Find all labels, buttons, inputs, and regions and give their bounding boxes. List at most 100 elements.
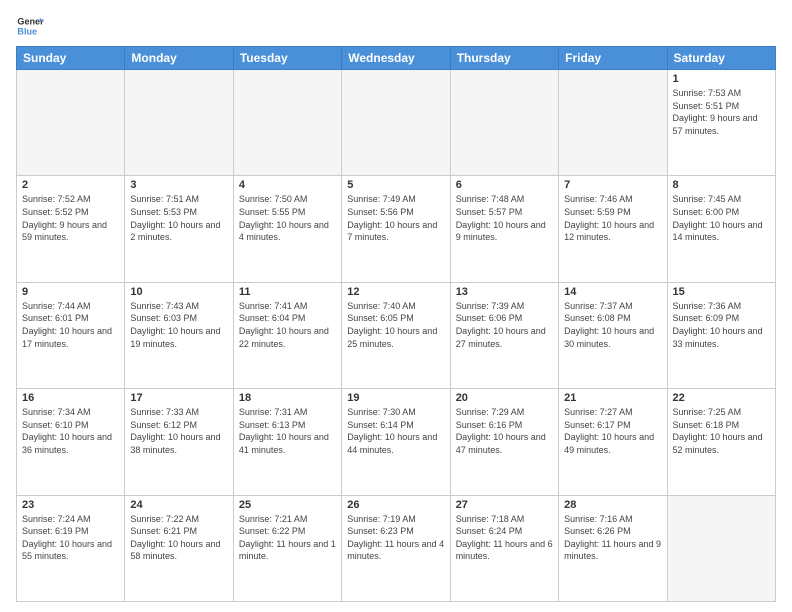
day-info: Sunrise: 7:41 AM Sunset: 6:04 PM Dayligh… [239, 300, 336, 350]
day-number: 22 [673, 392, 770, 404]
day-info: Sunrise: 7:36 AM Sunset: 6:09 PM Dayligh… [673, 300, 770, 350]
day-number: 6 [456, 179, 553, 191]
day-cell: 11 Sunrise: 7:41 AM Sunset: 6:04 PM Dayli… [233, 282, 341, 388]
day-cell: 20Sunrise: 7:29 AM Sunset: 6:16 PM Dayli… [450, 389, 558, 495]
th-thursday: Thursday [450, 47, 558, 70]
day-info: Sunrise: 7:21 AM Sunset: 6:22 PM Dayligh… [239, 513, 336, 563]
day-info: Sunrise: 7:33 AM Sunset: 6:12 PM Dayligh… [130, 406, 227, 456]
day-cell [450, 70, 558, 176]
day-cell: 28 Sunrise: 7:16 AM Sunset: 6:26 PM Dayli… [559, 495, 667, 601]
day-number: 14 [564, 286, 661, 298]
day-info: Sunrise: 7:25 AM Sunset: 6:18 PM Dayligh… [673, 406, 770, 456]
day-cell: 10Sunrise: 7:43 AM Sunset: 6:03 PM Dayli… [125, 282, 233, 388]
day-cell: 12Sunrise: 7:40 AM Sunset: 6:05 PM Dayli… [342, 282, 450, 388]
day-info: Sunrise: 7:48 AM Sunset: 5:57 PM Dayligh… [456, 193, 553, 243]
day-cell: 27 Sunrise: 7:18 AM Sunset: 6:24 PM Dayli… [450, 495, 558, 601]
page: General Blue Sunday Monday Tuesday Wedne… [0, 0, 792, 612]
day-info: Sunrise: 7:52 AM Sunset: 5:52 PM Dayligh… [22, 193, 119, 243]
calendar-body: 1 Sunrise: 7:53 AM Sunset: 5:51 PM Daylig… [17, 70, 776, 602]
day-number: 15 [673, 286, 770, 298]
day-cell: 14 Sunrise: 7:37 AM Sunset: 6:08 PM Dayli… [559, 282, 667, 388]
svg-text:Blue: Blue [17, 26, 37, 36]
day-cell: 22 Sunrise: 7:25 AM Sunset: 6:18 PM Dayli… [667, 389, 775, 495]
th-saturday: Saturday [667, 47, 775, 70]
day-number: 7 [564, 179, 661, 191]
day-cell [233, 70, 341, 176]
day-info: Sunrise: 7:44 AM Sunset: 6:01 PM Dayligh… [22, 300, 119, 350]
day-number: 11 [239, 286, 336, 298]
day-cell: 5 Sunrise: 7:49 AM Sunset: 5:56 PM Daylig… [342, 176, 450, 282]
day-cell: 16 Sunrise: 7:34 AM Sunset: 6:10 PM Dayli… [17, 389, 125, 495]
day-info: Sunrise: 7:34 AM Sunset: 6:10 PM Dayligh… [22, 406, 119, 456]
day-info: Sunrise: 7:37 AM Sunset: 6:08 PM Dayligh… [564, 300, 661, 350]
day-info: Sunrise: 7:24 AM Sunset: 6:19 PM Dayligh… [22, 513, 119, 563]
day-number: 26 [347, 499, 444, 511]
th-sunday: Sunday [17, 47, 125, 70]
day-number: 5 [347, 179, 444, 191]
day-cell: 13Sunrise: 7:39 AM Sunset: 6:06 PM Dayli… [450, 282, 558, 388]
day-number: 1 [673, 73, 770, 85]
day-info: Sunrise: 7:31 AM Sunset: 6:13 PM Dayligh… [239, 406, 336, 456]
day-number: 4 [239, 179, 336, 191]
day-number: 18 [239, 392, 336, 404]
day-cell: 7 Sunrise: 7:46 AM Sunset: 5:59 PM Daylig… [559, 176, 667, 282]
day-cell: 3 Sunrise: 7:51 AM Sunset: 5:53 PM Daylig… [125, 176, 233, 282]
day-info: Sunrise: 7:30 AM Sunset: 6:14 PM Dayligh… [347, 406, 444, 456]
day-info: Sunrise: 7:27 AM Sunset: 6:17 PM Dayligh… [564, 406, 661, 456]
day-cell: 21 Sunrise: 7:27 AM Sunset: 6:17 PM Dayli… [559, 389, 667, 495]
day-cell [559, 70, 667, 176]
day-cell: 26 Sunrise: 7:19 AM Sunset: 6:23 PM Dayli… [342, 495, 450, 601]
day-number: 27 [456, 499, 553, 511]
day-cell: 17 Sunrise: 7:33 AM Sunset: 6:12 PM Dayli… [125, 389, 233, 495]
day-number: 21 [564, 392, 661, 404]
day-cell [125, 70, 233, 176]
day-number: 10 [130, 286, 227, 298]
week-row-0: 1 Sunrise: 7:53 AM Sunset: 5:51 PM Daylig… [17, 70, 776, 176]
day-number: 17 [130, 392, 227, 404]
day-number: 23 [22, 499, 119, 511]
week-row-4: 23 Sunrise: 7:24 AM Sunset: 6:19 PM Dayli… [17, 495, 776, 601]
day-info: Sunrise: 7:50 AM Sunset: 5:55 PM Dayligh… [239, 193, 336, 243]
day-info: Sunrise: 7:18 AM Sunset: 6:24 PM Dayligh… [456, 513, 553, 563]
day-info: Sunrise: 7:16 AM Sunset: 6:26 PM Dayligh… [564, 513, 661, 563]
week-row-2: 9 Sunrise: 7:44 AM Sunset: 6:01 PM Daylig… [17, 282, 776, 388]
day-number: 16 [22, 392, 119, 404]
day-cell: 24 Sunrise: 7:22 AM Sunset: 6:21 PM Dayli… [125, 495, 233, 601]
day-number: 19 [347, 392, 444, 404]
day-cell: 4 Sunrise: 7:50 AM Sunset: 5:55 PM Daylig… [233, 176, 341, 282]
day-cell [667, 495, 775, 601]
day-number: 3 [130, 179, 227, 191]
day-number: 9 [22, 286, 119, 298]
day-info: Sunrise: 7:51 AM Sunset: 5:53 PM Dayligh… [130, 193, 227, 243]
day-info: Sunrise: 7:49 AM Sunset: 5:56 PM Dayligh… [347, 193, 444, 243]
day-info: Sunrise: 7:46 AM Sunset: 5:59 PM Dayligh… [564, 193, 661, 243]
logo: General Blue [16, 12, 44, 40]
day-info: Sunrise: 7:19 AM Sunset: 6:23 PM Dayligh… [347, 513, 444, 563]
th-wednesday: Wednesday [342, 47, 450, 70]
week-row-1: 2 Sunrise: 7:52 AM Sunset: 5:52 PM Daylig… [17, 176, 776, 282]
day-cell: 23 Sunrise: 7:24 AM Sunset: 6:19 PM Dayli… [17, 495, 125, 601]
header-row: Sunday Monday Tuesday Wednesday Thursday… [17, 47, 776, 70]
day-number: 25 [239, 499, 336, 511]
day-cell: 2 Sunrise: 7:52 AM Sunset: 5:52 PM Daylig… [17, 176, 125, 282]
day-info: Sunrise: 7:45 AM Sunset: 6:00 PM Dayligh… [673, 193, 770, 243]
logo-icon: General Blue [16, 12, 44, 40]
day-cell: 18 Sunrise: 7:31 AM Sunset: 6:13 PM Dayli… [233, 389, 341, 495]
day-number: 2 [22, 179, 119, 191]
day-number: 28 [564, 499, 661, 511]
th-tuesday: Tuesday [233, 47, 341, 70]
day-number: 8 [673, 179, 770, 191]
day-number: 13 [456, 286, 553, 298]
day-cell: 19 Sunrise: 7:30 AM Sunset: 6:14 PM Dayli… [342, 389, 450, 495]
day-info: Sunrise: 7:22 AM Sunset: 6:21 PM Dayligh… [130, 513, 227, 563]
th-monday: Monday [125, 47, 233, 70]
day-number: 24 [130, 499, 227, 511]
header: General Blue [16, 12, 776, 40]
day-cell [342, 70, 450, 176]
day-cell: 8 Sunrise: 7:45 AM Sunset: 6:00 PM Daylig… [667, 176, 775, 282]
day-cell: 15 Sunrise: 7:36 AM Sunset: 6:09 PM Dayli… [667, 282, 775, 388]
day-cell: 6 Sunrise: 7:48 AM Sunset: 5:57 PM Daylig… [450, 176, 558, 282]
day-cell [17, 70, 125, 176]
day-number: 20 [456, 392, 553, 404]
day-info: Sunrise: 7:53 AM Sunset: 5:51 PM Dayligh… [673, 87, 770, 137]
